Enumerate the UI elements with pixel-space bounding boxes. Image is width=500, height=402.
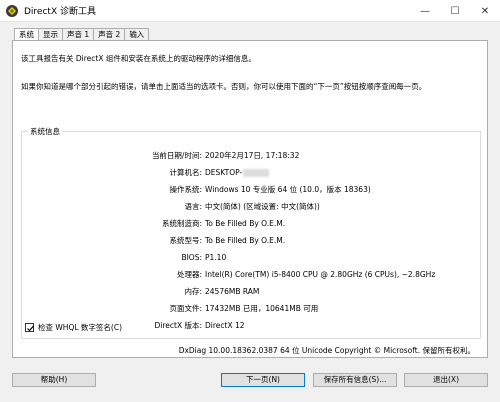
- directx-app-icon: [5, 4, 19, 18]
- whql-checkbox[interactable]: [25, 323, 34, 332]
- info-row-bios: BIOS: P1.10: [22, 252, 482, 264]
- close-button[interactable]: ✕: [470, 0, 500, 22]
- tab-input[interactable]: 输入: [124, 28, 150, 40]
- info-label: 处理器:: [176, 270, 202, 279]
- info-value-computer-name: DESKTOP-: [205, 167, 270, 179]
- window-title: DirectX 诊断工具: [24, 7, 96, 17]
- maximize-button[interactable]: ☐: [440, 0, 470, 22]
- info-label: 计算机名:: [169, 168, 202, 177]
- whql-checkbox-row[interactable]: 检查 WHQL 数字签名(C): [25, 322, 122, 333]
- whql-checkbox-label: 检查 WHQL 数字签名(C): [38, 323, 122, 332]
- info-value: Windows 10 专业版 64 位 (10.0，版本 18363): [205, 185, 371, 194]
- system-info-group: 系统信息 当前日期/时间: 2020年2月17日, 17:18:32 计算机名:…: [21, 126, 482, 339]
- info-label: 语言:: [184, 202, 202, 211]
- info-label: 页面文件:: [169, 304, 202, 313]
- info-row-os: 操作系统: Windows 10 专业版 64 位 (10.0，版本 18363…: [22, 184, 482, 196]
- info-value: 17432MB 已用，10641MB 可用: [205, 304, 319, 313]
- info-row-manufacturer: 系统制造商: To Be Filled By O.E.M.: [22, 218, 482, 230]
- info-label: DirectX 版本:: [154, 321, 202, 330]
- info-label: 当前日期/时间:: [151, 151, 202, 160]
- info-row-model: 系统型号: To Be Filled By O.E.M.: [22, 235, 482, 247]
- checkmark-icon: [27, 325, 34, 332]
- intro-hint-text: 如果你知道是哪个部分引起的错误，请单击上面适当的选项卡。否则，你可以使用下面的“…: [21, 82, 427, 91]
- info-row-processor: 处理器: Intel(R) Core(TM) i5-8400 CPU @ 2.8…: [22, 269, 482, 281]
- info-value: 24576MB RAM: [205, 287, 260, 296]
- info-label: 系统制造商:: [161, 219, 202, 228]
- info-row-page-file: 页面文件: 17432MB 已用，10641MB 可用: [22, 303, 482, 315]
- info-value: To Be Filled By O.E.M.: [205, 219, 286, 228]
- info-label: BIOS:: [181, 253, 202, 262]
- help-button[interactable]: 帮助(H): [12, 373, 96, 387]
- info-label: 操作系统:: [169, 185, 202, 194]
- computer-name-text: DESKTOP-: [205, 168, 243, 177]
- system-tab-panel: 该工具报告有关 DirectX 组件和安装在系统上的驱动程序的详细信息。 如果你…: [12, 40, 488, 358]
- tab-sound-2[interactable]: 声音 2: [93, 28, 126, 40]
- info-row-memory: 内存: 24576MB RAM: [22, 286, 482, 298]
- info-value: Intel(R) Core(TM) i5-8400 CPU @ 2.80GHz …: [205, 270, 436, 279]
- bottom-strip: [0, 392, 500, 402]
- tab-sound-1[interactable]: 声音 1: [62, 28, 95, 40]
- intro-text: 该工具报告有关 DirectX 组件和安装在系统上的驱动程序的详细信息。: [21, 54, 256, 63]
- tab-display[interactable]: 显示: [38, 28, 63, 40]
- info-label: 系统型号:: [169, 236, 202, 245]
- info-value: 2020年2月17日, 17:18:32: [205, 151, 300, 160]
- save-all-info-button[interactable]: 保存所有信息(S)...: [313, 373, 397, 387]
- info-value: 中文(简体) (区域设置: 中文(简体)): [205, 202, 320, 211]
- info-row-computer-name: 计算机名: DESKTOP-: [22, 167, 482, 179]
- system-info-title: 系统信息: [28, 126, 62, 137]
- info-value: DirectX 12: [205, 321, 245, 330]
- info-value: To Be Filled By O.E.M.: [205, 236, 286, 245]
- window-controls: — ☐ ✕: [410, 0, 500, 22]
- exit-button[interactable]: 退出(X): [404, 373, 488, 387]
- info-row-language: 语言: 中文(简体) (区域设置: 中文(简体)): [22, 201, 482, 213]
- title-bar: DirectX 诊断工具 — ☐ ✕: [0, 0, 500, 22]
- next-page-button[interactable]: 下一页(N): [221, 373, 305, 387]
- info-label: 内存:: [184, 287, 202, 296]
- minimize-button[interactable]: —: [410, 0, 440, 22]
- info-value: P1.10: [205, 253, 227, 262]
- version-copyright-text: DxDiag 10.00.18362.0387 64 位 Unicode Cop…: [178, 346, 475, 355]
- redacted-blur: [243, 169, 270, 177]
- info-row-datetime: 当前日期/时间: 2020年2月17日, 17:18:32: [22, 150, 482, 162]
